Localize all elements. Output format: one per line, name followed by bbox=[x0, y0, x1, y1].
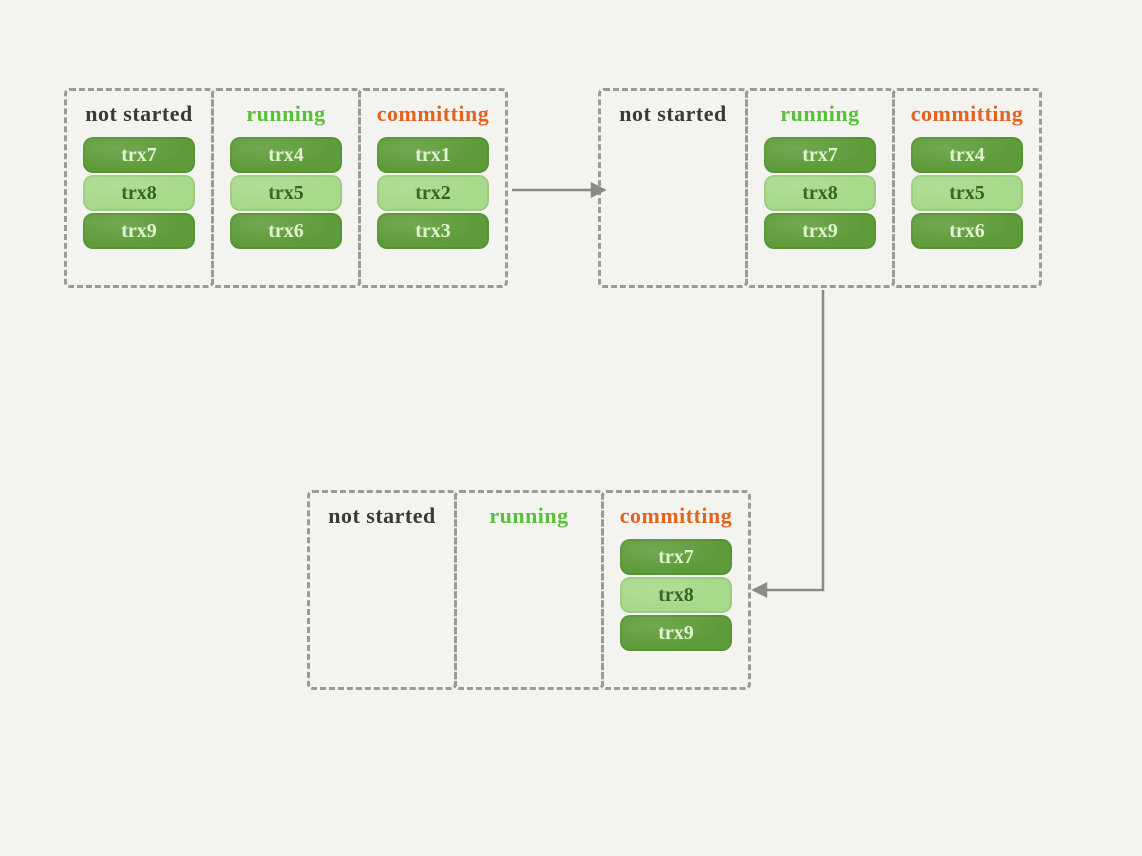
column-committing: committing trx7 trx8 trx9 bbox=[601, 490, 751, 690]
trx-pill: trx5 bbox=[911, 175, 1023, 211]
trx-pill: trx8 bbox=[764, 175, 876, 211]
trx-pill: trx6 bbox=[911, 213, 1023, 249]
column-title-running: running bbox=[246, 101, 325, 127]
trx-pill: trx9 bbox=[764, 213, 876, 249]
pill-stack: trx7 trx8 trx9 bbox=[614, 539, 738, 651]
column-committing: committing trx4 trx5 trx6 bbox=[892, 88, 1042, 288]
column-title-committing: committing bbox=[911, 101, 1024, 127]
trx-pill: trx7 bbox=[620, 539, 732, 575]
trx-pill: trx6 bbox=[230, 213, 342, 249]
column-committing: committing trx1 trx2 trx3 bbox=[358, 88, 508, 288]
column-not-started: not started bbox=[307, 490, 457, 690]
column-title-committing: committing bbox=[377, 101, 490, 127]
trx-pill: trx9 bbox=[83, 213, 195, 249]
pill-stack: trx4 trx5 trx6 bbox=[224, 137, 348, 249]
trx-pill: trx4 bbox=[911, 137, 1023, 173]
column-title-running: running bbox=[489, 503, 568, 529]
trx-pill: trx2 bbox=[377, 175, 489, 211]
stage-2: not started running trx7 trx8 trx9 commi… bbox=[598, 88, 1039, 288]
column-running: running trx4 trx5 trx6 bbox=[211, 88, 361, 288]
column-title-committing: committing bbox=[620, 503, 733, 529]
column-title-running: running bbox=[780, 101, 859, 127]
column-title-not-started: not started bbox=[85, 101, 193, 127]
pill-stack: trx7 trx8 trx9 bbox=[758, 137, 882, 249]
pill-stack: trx1 trx2 trx3 bbox=[371, 137, 495, 249]
trx-pill: trx7 bbox=[83, 137, 195, 173]
stage-3: not started running committing trx7 trx8… bbox=[307, 490, 748, 690]
trx-pill: trx9 bbox=[620, 615, 732, 651]
column-title-not-started: not started bbox=[328, 503, 436, 529]
stage-1: not started trx7 trx8 trx9 running trx4 … bbox=[64, 88, 505, 288]
pill-stack: trx7 trx8 trx9 bbox=[77, 137, 201, 249]
column-running: running bbox=[454, 490, 604, 690]
trx-pill: trx5 bbox=[230, 175, 342, 211]
arrow-icon bbox=[510, 178, 606, 202]
column-title-not-started: not started bbox=[619, 101, 727, 127]
arrow-icon bbox=[748, 288, 868, 608]
trx-pill: trx4 bbox=[230, 137, 342, 173]
column-not-started: not started bbox=[598, 88, 748, 288]
column-running: running trx7 trx8 trx9 bbox=[745, 88, 895, 288]
trx-pill: trx3 bbox=[377, 213, 489, 249]
column-not-started: not started trx7 trx8 trx9 bbox=[64, 88, 214, 288]
trx-pill: trx8 bbox=[83, 175, 195, 211]
trx-pill: trx8 bbox=[620, 577, 732, 613]
trx-pill: trx7 bbox=[764, 137, 876, 173]
pill-stack: trx4 trx5 trx6 bbox=[905, 137, 1029, 249]
trx-pill: trx1 bbox=[377, 137, 489, 173]
